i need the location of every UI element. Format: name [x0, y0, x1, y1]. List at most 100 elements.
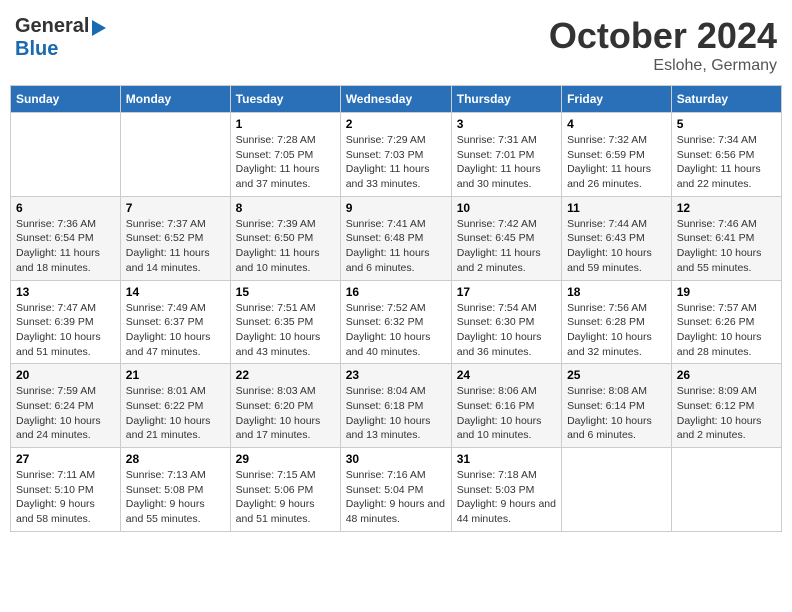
calendar-cell — [11, 113, 121, 197]
day-info: Sunrise: 7:15 AM Sunset: 5:06 PM Dayligh… — [236, 468, 335, 527]
day-number: 8 — [236, 201, 335, 215]
day-number: 23 — [346, 368, 446, 382]
day-number: 21 — [126, 368, 225, 382]
calendar-cell: 4 Sunrise: 7:32 AM Sunset: 6:59 PM Daylig… — [562, 113, 672, 197]
calendar-week-2: 6 Sunrise: 7:36 AM Sunset: 6:54 PM Daylig… — [11, 196, 782, 280]
calendar-cell: 11 Sunrise: 7:44 AM Sunset: 6:43 PM Dayli… — [562, 196, 672, 280]
day-number: 24 — [457, 368, 556, 382]
day-number: 14 — [126, 285, 225, 299]
day-number: 30 — [346, 452, 446, 466]
day-number: 12 — [677, 201, 776, 215]
calendar-cell: 15 Sunrise: 7:51 AM Sunset: 6:35 PM Dayli… — [230, 280, 340, 364]
day-number: 17 — [457, 285, 556, 299]
calendar-cell: 5Sunrise: 7:34 AM Sunset: 6:56 PM Daylig… — [671, 113, 781, 197]
day-info: Sunrise: 8:09 AM Sunset: 6:12 PM Dayligh… — [677, 384, 776, 443]
day-number: 2 — [346, 117, 446, 131]
day-info: Sunrise: 8:06 AM Sunset: 6:16 PM Dayligh… — [457, 384, 556, 443]
calendar-cell: 19 Sunrise: 7:57 AM Sunset: 6:26 PM Dayli… — [671, 280, 781, 364]
day-number: 26 — [677, 368, 776, 382]
day-info: Sunrise: 7:36 AM Sunset: 6:54 PM Dayligh… — [16, 217, 115, 276]
day-number: 6 — [16, 201, 115, 215]
day-info: Sunrise: 8:04 AM Sunset: 6:18 PM Dayligh… — [346, 384, 446, 443]
title-block: October 2024 Eslohe, Germany — [549, 15, 777, 75]
day-number: 4 — [567, 117, 666, 131]
day-info: Sunrise: 8:01 AM Sunset: 6:22 PM Dayligh… — [126, 384, 225, 443]
day-info: Sunrise: 7:44 AM Sunset: 6:43 PM Dayligh… — [567, 217, 666, 276]
calendar-cell: 10Sunrise: 7:42 AM Sunset: 6:45 PM Dayli… — [451, 196, 561, 280]
logo-line1: General — [15, 15, 106, 38]
day-info: Sunrise: 7:32 AM Sunset: 6:59 PM Dayligh… — [567, 133, 666, 192]
day-number: 3 — [457, 117, 556, 131]
day-info: Sunrise: 7:54 AM Sunset: 6:30 PM Dayligh… — [457, 301, 556, 360]
month-title: October 2024 — [549, 15, 777, 57]
day-info: Sunrise: 7:37 AM Sunset: 6:52 PM Dayligh… — [126, 217, 225, 276]
calendar-cell: 31Sunrise: 7:18 AM Sunset: 5:03 PM Dayli… — [451, 448, 561, 532]
day-info: Sunrise: 7:11 AM Sunset: 5:10 PM Dayligh… — [16, 468, 115, 527]
calendar-cell: 3 Sunrise: 7:31 AM Sunset: 7:01 PM Daylig… — [451, 113, 561, 197]
day-info: Sunrise: 7:56 AM Sunset: 6:28 PM Dayligh… — [567, 301, 666, 360]
calendar-week-4: 20Sunrise: 7:59 AM Sunset: 6:24 PM Dayli… — [11, 364, 782, 448]
location-subtitle: Eslohe, Germany — [549, 57, 777, 75]
day-number: 31 — [457, 452, 556, 466]
day-number: 11 — [567, 201, 666, 215]
calendar-cell: 12 Sunrise: 7:46 AM Sunset: 6:41 PM Dayli… — [671, 196, 781, 280]
calendar-cell: 30 Sunrise: 7:16 AM Sunset: 5:04 PM Dayli… — [340, 448, 451, 532]
header-wednesday: Wednesday — [340, 86, 451, 113]
logo-line2: Blue — [15, 38, 58, 61]
header-sunday: Sunday — [11, 86, 121, 113]
day-info: Sunrise: 7:52 AM Sunset: 6:32 PM Dayligh… — [346, 301, 446, 360]
logo-arrow-icon — [92, 20, 106, 36]
header-tuesday: Tuesday — [230, 86, 340, 113]
calendar-cell: 21 Sunrise: 8:01 AM Sunset: 6:22 PM Dayli… — [120, 364, 230, 448]
calendar-week-1: 1 Sunrise: 7:28 AM Sunset: 7:05 PM Daylig… — [11, 113, 782, 197]
day-info: Sunrise: 7:51 AM Sunset: 6:35 PM Dayligh… — [236, 301, 335, 360]
day-number: 18 — [567, 285, 666, 299]
day-info: Sunrise: 7:42 AM Sunset: 6:45 PM Dayligh… — [457, 217, 556, 276]
day-info: Sunrise: 7:49 AM Sunset: 6:37 PM Dayligh… — [126, 301, 225, 360]
calendar-cell: 29Sunrise: 7:15 AM Sunset: 5:06 PM Dayli… — [230, 448, 340, 532]
calendar-week-5: 27 Sunrise: 7:11 AM Sunset: 5:10 PM Dayli… — [11, 448, 782, 532]
calendar-cell — [671, 448, 781, 532]
calendar-cell: 9Sunrise: 7:41 AM Sunset: 6:48 PM Daylig… — [340, 196, 451, 280]
day-number: 19 — [677, 285, 776, 299]
day-info: Sunrise: 7:47 AM Sunset: 6:39 PM Dayligh… — [16, 301, 115, 360]
day-info: Sunrise: 8:08 AM Sunset: 6:14 PM Dayligh… — [567, 384, 666, 443]
calendar-cell: 24 Sunrise: 8:06 AM Sunset: 6:16 PM Dayli… — [451, 364, 561, 448]
calendar-week-3: 13 Sunrise: 7:47 AM Sunset: 6:39 PM Dayli… — [11, 280, 782, 364]
day-info: Sunrise: 7:57 AM Sunset: 6:26 PM Dayligh… — [677, 301, 776, 360]
day-number: 28 — [126, 452, 225, 466]
day-info: Sunrise: 8:03 AM Sunset: 6:20 PM Dayligh… — [236, 384, 335, 443]
day-info: Sunrise: 7:28 AM Sunset: 7:05 PM Dayligh… — [236, 133, 335, 192]
calendar-cell: 6 Sunrise: 7:36 AM Sunset: 6:54 PM Daylig… — [11, 196, 121, 280]
logo-general-text: General — [15, 15, 89, 37]
day-number: 1 — [236, 117, 335, 131]
calendar-header-row: SundayMondayTuesdayWednesdayThursdayFrid… — [11, 86, 782, 113]
calendar-cell: 8 Sunrise: 7:39 AM Sunset: 6:50 PM Daylig… — [230, 196, 340, 280]
day-number: 15 — [236, 285, 335, 299]
day-info: Sunrise: 7:39 AM Sunset: 6:50 PM Dayligh… — [236, 217, 335, 276]
day-info: Sunrise: 7:31 AM Sunset: 7:01 PM Dayligh… — [457, 133, 556, 192]
header-friday: Friday — [562, 86, 672, 113]
calendar-cell: 7 Sunrise: 7:37 AM Sunset: 6:52 PM Daylig… — [120, 196, 230, 280]
calendar-cell: 17 Sunrise: 7:54 AM Sunset: 6:30 PM Dayli… — [451, 280, 561, 364]
day-info: Sunrise: 7:16 AM Sunset: 5:04 PM Dayligh… — [346, 468, 446, 527]
calendar-cell: 16 Sunrise: 7:52 AM Sunset: 6:32 PM Dayli… — [340, 280, 451, 364]
day-number: 9 — [346, 201, 446, 215]
day-number: 7 — [126, 201, 225, 215]
day-info: Sunrise: 7:59 AM Sunset: 6:24 PM Dayligh… — [16, 384, 115, 443]
calendar-cell: 27 Sunrise: 7:11 AM Sunset: 5:10 PM Dayli… — [11, 448, 121, 532]
calendar-cell: 22Sunrise: 8:03 AM Sunset: 6:20 PM Dayli… — [230, 364, 340, 448]
day-info: Sunrise: 7:29 AM Sunset: 7:03 PM Dayligh… — [346, 133, 446, 192]
calendar-cell: 25 Sunrise: 8:08 AM Sunset: 6:14 PM Dayli… — [562, 364, 672, 448]
day-number: 25 — [567, 368, 666, 382]
header-saturday: Saturday — [671, 86, 781, 113]
calendar-cell: 20Sunrise: 7:59 AM Sunset: 6:24 PM Dayli… — [11, 364, 121, 448]
header-thursday: Thursday — [451, 86, 561, 113]
calendar-cell: 23 Sunrise: 8:04 AM Sunset: 6:18 PM Dayli… — [340, 364, 451, 448]
day-number: 13 — [16, 285, 115, 299]
day-number: 27 — [16, 452, 115, 466]
day-info: Sunrise: 7:46 AM Sunset: 6:41 PM Dayligh… — [677, 217, 776, 276]
header-monday: Monday — [120, 86, 230, 113]
calendar-cell: 2 Sunrise: 7:29 AM Sunset: 7:03 PM Daylig… — [340, 113, 451, 197]
day-number: 16 — [346, 285, 446, 299]
